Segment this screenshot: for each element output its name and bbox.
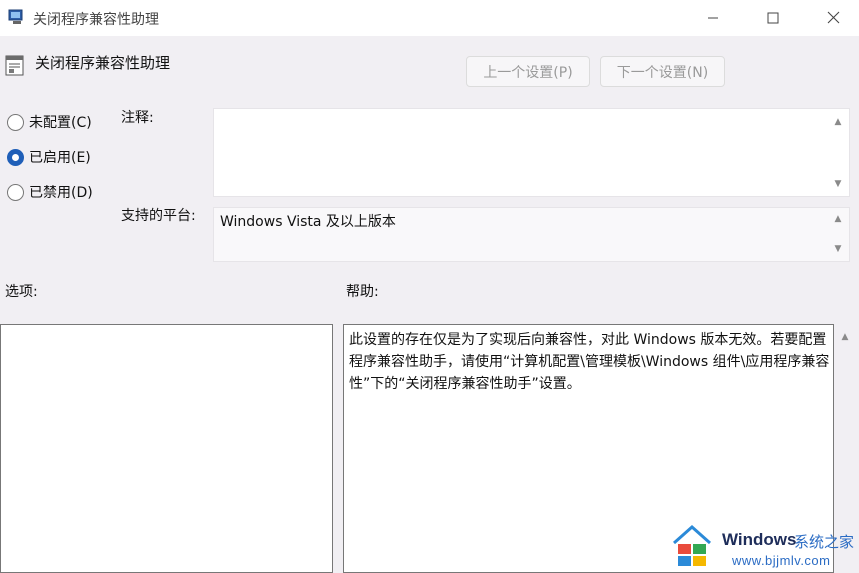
watermark-brand: Windows [722,530,797,549]
minimize-icon [707,9,719,28]
scroll-down-icon[interactable]: ▼ [833,179,843,189]
radio-button[interactable] [7,113,24,131]
radio-label: 已启用(E) [29,150,91,166]
options-label: 选项: [5,284,38,300]
radio-button-selected[interactable] [7,148,24,166]
scroll-up-icon[interactable]: ▲ [840,332,850,342]
radio-not-configured[interactable]: 未配置(C) [7,112,92,132]
policy-editor-window: 关闭程序兼容性助理 关闭程序兼容性助理 上一个设置(P) 下一个设置(N) 未配… [0,0,859,573]
policy-setting-icon [5,54,25,76]
policy-title: 关闭程序兼容性助理 [35,54,171,72]
close-button[interactable] [810,0,856,36]
previous-setting-button[interactable]: 上一个设置(P) [466,56,590,87]
comment-label: 注释: [121,110,154,126]
minimize-button[interactable] [690,0,736,36]
title-bar: 关闭程序兼容性助理 [0,0,859,36]
scroll-up-icon[interactable]: ▲ [833,117,843,127]
help-label: 帮助: [346,284,379,300]
platform-value: Windows Vista 及以上版本 [220,214,396,230]
watermark: Windows 系统之家 www.bjjmlv.com [669,521,859,573]
radio-disabled[interactable]: 已禁用(D) [7,182,93,202]
scroll-down-icon[interactable]: ▼ [833,244,843,254]
radio-enabled[interactable]: 已启用(E) [7,147,91,167]
platform-label: 支持的平台: [121,208,196,224]
close-icon [827,9,840,28]
radio-label: 已禁用(D) [29,185,93,201]
watermark-tagline: 系统之家 [794,533,855,551]
radio-button[interactable] [7,183,24,201]
watermark-url: www.bjjmlv.com [732,553,831,568]
maximize-button[interactable] [750,0,796,36]
scroll-up-icon[interactable]: ▲ [833,214,843,224]
help-text: 此设置的存在仅是为了实现后向兼容性，对此 Windows 版本无效。若要配置程序… [349,332,830,392]
windows-logo-icon [671,523,713,567]
comment-textarea[interactable]: ▲ ▼ [213,108,850,197]
app-icon [8,9,26,25]
options-panel [0,324,333,573]
maximize-icon [767,9,779,28]
radio-label: 未配置(C) [29,115,92,131]
next-setting-button[interactable]: 下一个设置(N) [600,56,725,87]
supported-platform-field: Windows Vista 及以上版本 ▲ ▼ [213,207,850,262]
window-title: 关闭程序兼容性助理 [33,12,159,28]
